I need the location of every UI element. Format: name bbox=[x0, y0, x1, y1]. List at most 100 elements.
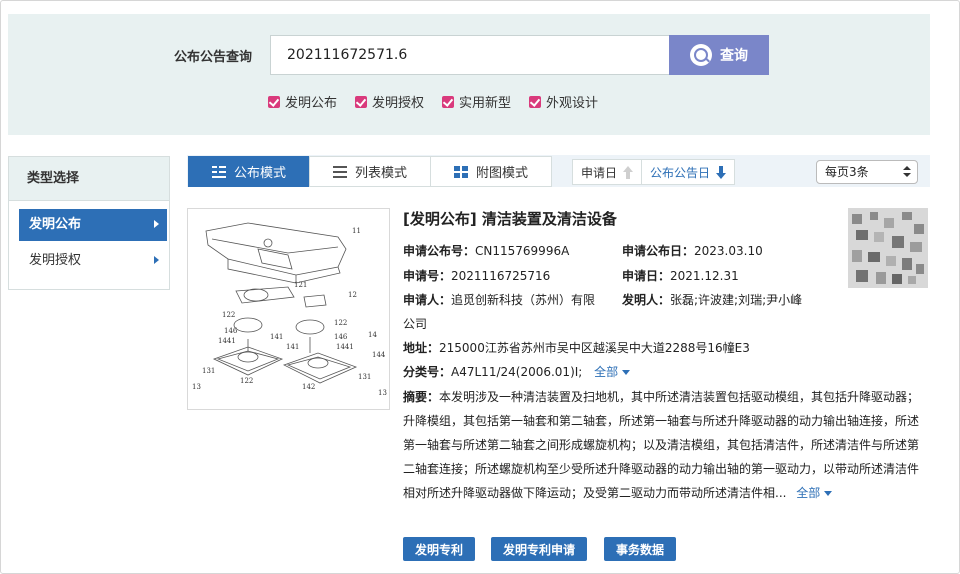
abstract-expand-link[interactable]: 全部 bbox=[796, 486, 833, 500]
drawing-label: 146 bbox=[334, 333, 348, 341]
sort-application-date[interactable]: 申请日 bbox=[573, 160, 641, 184]
drawing-label: 131 bbox=[358, 373, 371, 381]
drawing-label: 146 bbox=[224, 327, 238, 335]
publication-number: 申请公布号：CN115769996A bbox=[403, 242, 569, 259]
search-label: 公布公告查询 bbox=[174, 50, 253, 65]
application-date: 申请日：2021.12.31 bbox=[622, 267, 739, 284]
checkbox-checked-icon[interactable] bbox=[268, 95, 280, 108]
grid-icon bbox=[453, 165, 468, 178]
drawing-label: 122 bbox=[334, 319, 347, 327]
tab-publication-mode[interactable]: 公布模式 bbox=[188, 156, 310, 187]
drawing-label: 1441 bbox=[218, 337, 236, 345]
patent-drawing-thumbnail[interactable]: 11 121 12 122 122 146 146 14 1441 141 14… bbox=[187, 208, 390, 410]
drawing-label: 11 bbox=[352, 227, 361, 235]
sidebar-item-label: 发明授权 bbox=[29, 253, 82, 268]
transaction-data-button[interactable]: 事务数据 bbox=[604, 537, 677, 561]
sidebar-item-label: 发明公布 bbox=[29, 217, 82, 232]
drawing-label: 131 bbox=[202, 367, 215, 375]
field-value: 2021116725716 bbox=[451, 269, 551, 283]
sidebar-item-invention-publication[interactable]: 发明公布 bbox=[19, 209, 167, 241]
applicant: 申请人：追觅创新科技（苏州）有限 bbox=[403, 291, 595, 308]
field-value: 215000江苏省苏州市吴中区越溪吴中大道2288号16幢E3 bbox=[439, 341, 750, 355]
drawing-label: 13 bbox=[378, 389, 387, 397]
filter-invention-grant[interactable]: 发明授权 bbox=[355, 92, 424, 111]
abstract-label: 摘要： bbox=[403, 390, 440, 404]
invention-application-button[interactable]: 发明专利申请 bbox=[491, 537, 588, 561]
search-icon bbox=[690, 44, 712, 66]
field-label: 申请公布日： bbox=[622, 244, 695, 258]
application-number: 申请号：2021116725716 bbox=[403, 267, 550, 284]
field-label: 分类号： bbox=[403, 365, 452, 379]
field-label: 申请人： bbox=[403, 293, 452, 307]
list-lines-icon bbox=[211, 165, 226, 178]
field-value: 张磊;许波建;刘瑞;尹小峰 bbox=[670, 293, 803, 307]
drawing-label: 12 bbox=[348, 291, 357, 299]
field-label: 申请公布号： bbox=[403, 244, 476, 258]
field-value: 2021.12.31 bbox=[670, 269, 739, 283]
filter-label: 外观设计 bbox=[546, 96, 599, 111]
type-filters: 发明公布 发明授权 实用新型 外观设计 bbox=[268, 92, 598, 111]
tab-drawing-mode[interactable]: 附图模式 bbox=[430, 156, 552, 187]
invention-patent-button[interactable]: 发明专利 bbox=[403, 537, 476, 561]
filter-label: 发明公布 bbox=[285, 96, 338, 111]
drawing-label: 144 bbox=[372, 351, 386, 359]
publication-date: 申请公布日：2023.03.10 bbox=[622, 242, 763, 259]
arrow-up-icon bbox=[623, 165, 634, 179]
field-value: 追觅创新科技（苏州）有限 bbox=[451, 293, 596, 307]
field-label: 地址： bbox=[403, 341, 440, 355]
drawing-label: 122 bbox=[222, 311, 235, 319]
search-button[interactable]: 查询 bbox=[669, 35, 769, 75]
caret-down-icon bbox=[622, 370, 631, 375]
tab-label: 列表模式 bbox=[354, 166, 407, 181]
select-updown-icon bbox=[903, 166, 911, 178]
checkbox-checked-icon[interactable] bbox=[529, 95, 542, 108]
abstract: 摘要：本发明涉及一种清洁装置及扫地机，其中所述清洁装置包括驱动模组，其包括升降驱… bbox=[403, 385, 927, 505]
classification-expand-link[interactable]: 全部 bbox=[594, 365, 631, 379]
drawing-label: 1441 bbox=[336, 343, 354, 351]
per-page-value: 每页3条 bbox=[825, 165, 869, 179]
drawing-label: 142 bbox=[302, 383, 315, 391]
field-value: A47L11/24(2006.01)I; bbox=[451, 365, 583, 379]
caret-down-icon bbox=[824, 491, 833, 496]
classification: 分类号：A47L11/24(2006.01)I; 全部 bbox=[403, 363, 631, 380]
tab-label: 公布模式 bbox=[233, 166, 286, 181]
filter-utility-model[interactable]: 实用新型 bbox=[442, 92, 511, 111]
inventor: 发明人：张磊;许波建;刘瑞;尹小峰 bbox=[622, 291, 802, 308]
sort-label: 公布公告日 bbox=[650, 165, 711, 180]
expand-label: 全部 bbox=[796, 486, 821, 500]
field-label: 申请号： bbox=[403, 269, 452, 283]
sidebar-item-invention-grant[interactable]: 发明授权 bbox=[19, 245, 167, 277]
arrow-down-icon bbox=[716, 165, 727, 179]
drawing-label: 13 bbox=[192, 383, 201, 391]
checkbox-checked-icon[interactable] bbox=[442, 95, 455, 108]
search-input[interactable] bbox=[270, 35, 670, 75]
drawing-label: 141 bbox=[286, 343, 299, 351]
result-title[interactable]: [发明公布] 清洁装置及清洁设备 bbox=[403, 208, 617, 229]
expand-label: 全部 bbox=[594, 365, 619, 379]
list-icon bbox=[332, 165, 347, 178]
sort-publication-date[interactable]: 公布公告日 bbox=[641, 160, 734, 184]
chevron-right-icon bbox=[154, 256, 159, 264]
field-value: 2023.03.10 bbox=[694, 244, 763, 258]
type-sidebar: 类型选择 发明公布 发明授权 bbox=[8, 156, 170, 290]
checkbox-checked-icon[interactable] bbox=[355, 95, 368, 108]
abstract-text: 本发明涉及一种清洁装置及扫地机，其中所述清洁装置包括驱动模组，其包括升降驱动器；… bbox=[403, 390, 920, 500]
per-page-select[interactable]: 每页3条 bbox=[816, 160, 918, 184]
filter-label: 实用新型 bbox=[459, 96, 512, 111]
drawing-label: 122 bbox=[240, 377, 253, 385]
sidebar-title: 类型选择 bbox=[9, 157, 169, 201]
filter-design[interactable]: 外观设计 bbox=[529, 92, 598, 111]
qr-code-image bbox=[848, 208, 928, 288]
patent-drawing: 11 121 12 122 122 146 146 14 1441 141 14… bbox=[192, 222, 387, 397]
filter-invention-publication[interactable]: 发明公布 bbox=[268, 92, 337, 111]
field-label: 发明人： bbox=[622, 293, 671, 307]
drawing-label: 14 bbox=[368, 331, 377, 339]
sort-label: 申请日 bbox=[581, 165, 618, 180]
drawing-label: 141 bbox=[270, 333, 283, 341]
applicant-continued: 公司 bbox=[403, 317, 428, 331]
address: 地址：215000江苏省苏州市吴中区越溪吴中大道2288号16幢E3 bbox=[403, 339, 750, 356]
sort-group: 申请日 公布公告日 bbox=[572, 159, 736, 185]
chevron-right-icon bbox=[154, 220, 159, 228]
tab-list-mode[interactable]: 列表模式 bbox=[309, 156, 431, 187]
field-label: 申请日： bbox=[622, 269, 671, 283]
